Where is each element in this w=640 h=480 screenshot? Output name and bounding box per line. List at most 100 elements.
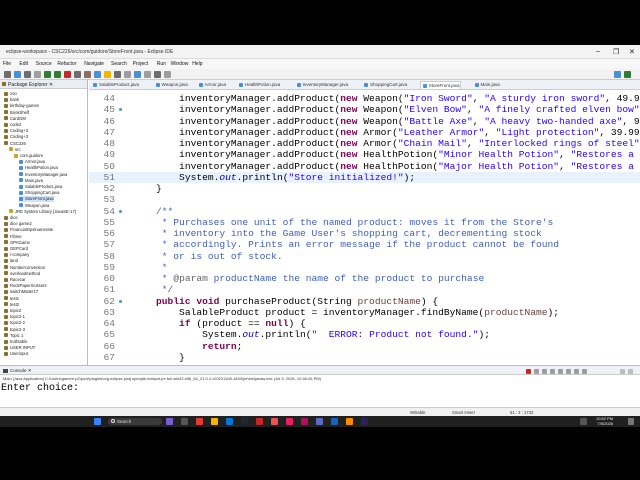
app-icon-7[interactable] [256,418,263,425]
perspective-java-icon[interactable] [614,71,621,78]
tab-storefront[interactable]: StoreFront.java [419,81,461,89]
tree-item[interactable]: ShoppingCart.java [19,190,59,196]
tab-console[interactable]: Console ✕ [3,367,32,375]
tree-item[interactable]: truthtable [4,339,27,345]
close-button[interactable]: ✕ [629,48,635,56]
notification-icon[interactable] [628,418,634,425]
package-explorer-header[interactable]: Package Explorer ✕ [0,80,87,89]
toolbar-external-tools-icon[interactable] [74,71,81,78]
display-console-icon[interactable] [574,369,579,374]
app-icon-11[interactable] [316,418,323,425]
console-output[interactable]: Enter choice: [0,383,640,407]
app-icon-10[interactable] [301,418,308,425]
tree-item[interactable]: Weapon.java [19,203,49,209]
tree-item[interactable]: Armor.java [19,159,45,165]
minimize-button[interactable]: – [596,48,600,55]
toolbar-open-type-icon[interactable] [114,71,121,78]
app-icon-12[interactable] [331,418,338,425]
tab-shoppingcart[interactable]: ShoppingCart.java [362,81,407,89]
tree-item[interactable]: StoreFront.java [19,196,54,203]
app-icon-8[interactable] [271,418,278,425]
toolbar-new-class-icon[interactable] [104,71,111,78]
toolbar-new-package-icon[interactable] [94,71,101,78]
pin-console-icon[interactable] [566,369,571,374]
maximize-button[interactable]: ❐ [613,48,619,56]
tree-item[interactable]: overloadmethod [4,271,40,277]
toolbar-stop-icon[interactable] [64,71,71,78]
tree-item[interactable]: topic2-3 [4,327,25,333]
tree-item[interactable]: Coding+3 [4,128,28,134]
tab-armor[interactable]: Armor.java [197,81,226,89]
tree-item[interactable]: bank [4,97,19,103]
open-console-icon[interactable] [582,369,587,374]
tree-item[interactable]: Fibme [4,234,22,240]
toolbar-forward-icon[interactable] [154,71,161,78]
perspective-debug-icon[interactable] [624,71,631,78]
word-wrap-icon[interactable] [558,369,563,374]
tree-item[interactable]: i-company [4,252,29,258]
tree-item[interactable]: topic2 [4,308,21,314]
toolbar-new-java-project-icon[interactable] [84,71,91,78]
toolbar-run-icon[interactable] [54,71,61,78]
tree-item[interactable]: BookShelf [4,110,29,116]
remove-launch-icon[interactable] [534,369,539,374]
tree-item[interactable]: land [4,258,18,264]
tab-weapon[interactable]: Weapon.java [154,81,188,89]
tab-inventorymanager[interactable]: InventoryManager.java [295,81,348,89]
fold-marker-icon[interactable] [119,209,122,213]
menu-project[interactable]: Project [133,61,149,67]
menu-navigate[interactable]: Navigate [84,61,104,67]
tree-item[interactable]: com.guidore [14,153,43,159]
tree-item[interactable]: topic2-2 [4,320,25,326]
toolbar-new-icon[interactable] [4,71,11,78]
tree-item[interactable]: Numberconversion [4,265,45,271]
tree-item[interactable]: Topic 1 [4,333,23,339]
tree-item[interactable]: switchMatter17 [4,289,38,295]
edge-icon[interactable] [226,418,233,425]
tree-item[interactable]: GEPCard [4,246,28,252]
fold-marker-icon[interactable] [119,299,122,303]
tree-item[interactable]: test1 [4,296,19,302]
taskbar-clock[interactable]: 10:52 PM 7/5/2026 [596,416,613,426]
tree-item[interactable]: dice [4,215,18,221]
terminate-icon[interactable] [526,369,531,374]
clear-console-icon[interactable] [542,369,547,374]
tree-item[interactable]: JRE System Library [JavaSE-17] [9,209,76,215]
taskbar-search[interactable]: Search [108,418,162,425]
tree-item[interactable]: InventoryManager.java [19,172,67,178]
steam-icon[interactable] [241,418,248,425]
menu-help[interactable]: Help [192,61,202,67]
toolbar-save-icon[interactable] [14,71,21,78]
tray-network-icon[interactable] [580,418,587,425]
app-icon-3[interactable] [196,418,203,425]
tree-item[interactable]: dice game2 [4,221,32,227]
toolbar-refactor-icon[interactable] [134,71,141,78]
tab-salableproduct[interactable]: SalableProduct.java [91,81,139,89]
tree-item[interactable]: birthday-games [4,103,39,109]
menu-file[interactable]: File [3,61,11,67]
tree-item[interactable]: HealthPotion.java [19,165,58,171]
menu-search[interactable]: Search [111,61,127,67]
tree-item[interactable]: Main.java [19,178,43,184]
tree-item[interactable]: CSC226 [4,141,26,147]
tree-item[interactable]: Racecar [4,277,26,283]
tree-item[interactable]: src [9,147,21,153]
tree-item[interactable]: code2 [4,122,21,128]
tree-item[interactable]: USER INPUT [4,345,35,351]
toolbar-print-icon[interactable] [34,71,41,78]
tree-item[interactable]: topic2-1 [4,314,25,320]
toolbar-pin-icon[interactable] [164,71,171,78]
app-icon-2[interactable] [181,418,188,425]
maximize-view-icon[interactable] [628,369,633,374]
toolbar-back-icon[interactable] [144,71,151,78]
menu-refactor[interactable]: Refactor [57,61,76,67]
tree-item[interactable]: Userinput [4,351,28,357]
windows-start-icon[interactable] [94,418,101,425]
toolbar-search-icon[interactable] [124,71,131,78]
tree-item[interactable]: FinancialOpsinumerate [4,227,53,233]
tab-main[interactable]: Main.java [473,81,500,89]
scroll-lock-icon[interactable] [550,369,555,374]
eclipse-icon[interactable] [361,418,368,425]
tree-item[interactable]: zoo [4,91,17,97]
tree-item[interactable]: RockPaperScissors [4,283,47,289]
